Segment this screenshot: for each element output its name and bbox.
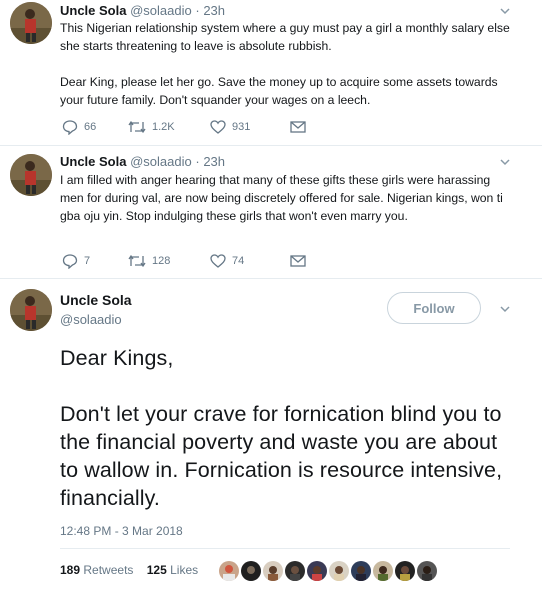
avatar[interactable] <box>10 154 52 196</box>
tweet-2[interactable]: Uncle Sola @solaadio · 23h I am filled w… <box>0 146 542 280</box>
main-avatar[interactable] <box>10 289 52 331</box>
user-handle[interactable]: @solaadio <box>130 3 192 18</box>
likes-label: Likes <box>170 563 199 577</box>
reply-count: 66 <box>84 121 97 133</box>
dm-button[interactable] <box>290 121 306 133</box>
tweet-1[interactable]: Uncle Sola @solaadio · 23h This Nigerian… <box>0 0 542 148</box>
liker-avatar[interactable] <box>241 561 261 581</box>
tweet-text: This Nigerian relationship system where … <box>60 21 510 107</box>
main-user-handle[interactable]: @solaadio <box>60 312 122 327</box>
divider <box>60 548 510 549</box>
like-count: 74 <box>232 255 245 267</box>
retweet-count: 1.2K <box>152 121 175 133</box>
tweet-actions: 66 1.2K 931 <box>62 119 306 135</box>
like-total: 125 <box>146 563 167 577</box>
retweet-total: 189 <box>60 563 81 577</box>
follow-button[interactable]: Follow <box>387 292 481 324</box>
like-button[interactable]: 74 <box>210 254 290 268</box>
retweet-button[interactable]: 1.2K <box>128 120 210 134</box>
reply-icon <box>62 253 78 269</box>
tweet-text: I am filled with anger hearing that many… <box>60 173 507 223</box>
heart-icon <box>210 254 226 268</box>
liker-avatars <box>219 561 437 581</box>
retweet-button[interactable]: 128 <box>128 254 210 268</box>
likes-stat[interactable]: 125 Likes <box>147 563 198 577</box>
liker-avatar[interactable] <box>263 561 283 581</box>
user-handle[interactable]: @solaadio <box>130 154 192 169</box>
main-display-name[interactable]: Uncle Sola <box>60 292 132 308</box>
display-name[interactable]: Uncle Sola <box>60 154 126 169</box>
retweet-icon <box>128 120 146 134</box>
liker-avatar[interactable] <box>329 561 349 581</box>
dm-button[interactable] <box>290 255 306 267</box>
divider <box>0 278 542 279</box>
liker-avatar[interactable] <box>395 561 415 581</box>
retweet-count: 128 <box>152 255 171 267</box>
chevron-down-icon[interactable] <box>498 155 512 169</box>
separator-dot: · <box>195 154 200 169</box>
main-tweet-greeting: Dear Kings, <box>60 346 174 370</box>
liker-avatar[interactable] <box>417 561 437 581</box>
reply-button[interactable]: 66 <box>62 119 128 135</box>
separator-dot: · <box>195 3 200 18</box>
liker-avatar[interactable] <box>307 561 327 581</box>
envelope-icon <box>290 255 306 267</box>
avatar[interactable] <box>10 2 52 44</box>
display-name[interactable]: Uncle Sola <box>60 3 126 18</box>
reply-button[interactable]: 7 <box>62 253 128 269</box>
liker-avatar[interactable] <box>373 561 393 581</box>
tweet-header: Uncle Sola @solaadio · 23h <box>60 154 225 169</box>
like-count: 931 <box>232 121 251 133</box>
tweet-stats: 189 Retweets 125 Likes <box>60 563 198 577</box>
reply-count: 7 <box>84 255 91 267</box>
chevron-down-icon[interactable] <box>498 302 512 316</box>
tweet-time[interactable]: 23h <box>203 3 225 18</box>
heart-icon <box>210 120 226 134</box>
tweet-timestamp[interactable]: 12:48 PM - 3 Mar 2018 <box>60 524 183 538</box>
like-button[interactable]: 931 <box>210 120 290 134</box>
tweet-time[interactable]: 23h <box>203 154 225 169</box>
liker-avatar[interactable] <box>219 561 239 581</box>
main-tweet-text: Don't let your crave for fornication bli… <box>60 402 503 510</box>
liker-avatar[interactable] <box>285 561 305 581</box>
chevron-down-icon[interactable] <box>498 4 512 18</box>
retweets-label: Retweets <box>83 563 134 577</box>
tweet-actions: 7 128 74 <box>62 253 306 269</box>
envelope-icon <box>290 121 306 133</box>
reply-icon <box>62 119 78 135</box>
retweet-icon <box>128 254 146 268</box>
liker-avatar[interactable] <box>351 561 371 581</box>
retweets-stat[interactable]: 189 Retweets <box>60 563 133 577</box>
tweet-header: Uncle Sola @solaadio · 23h <box>60 3 225 18</box>
